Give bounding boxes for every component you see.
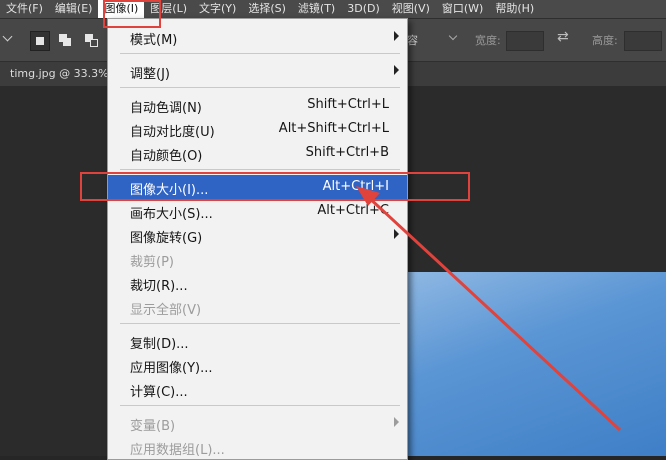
annotation-arrow <box>356 186 622 432</box>
